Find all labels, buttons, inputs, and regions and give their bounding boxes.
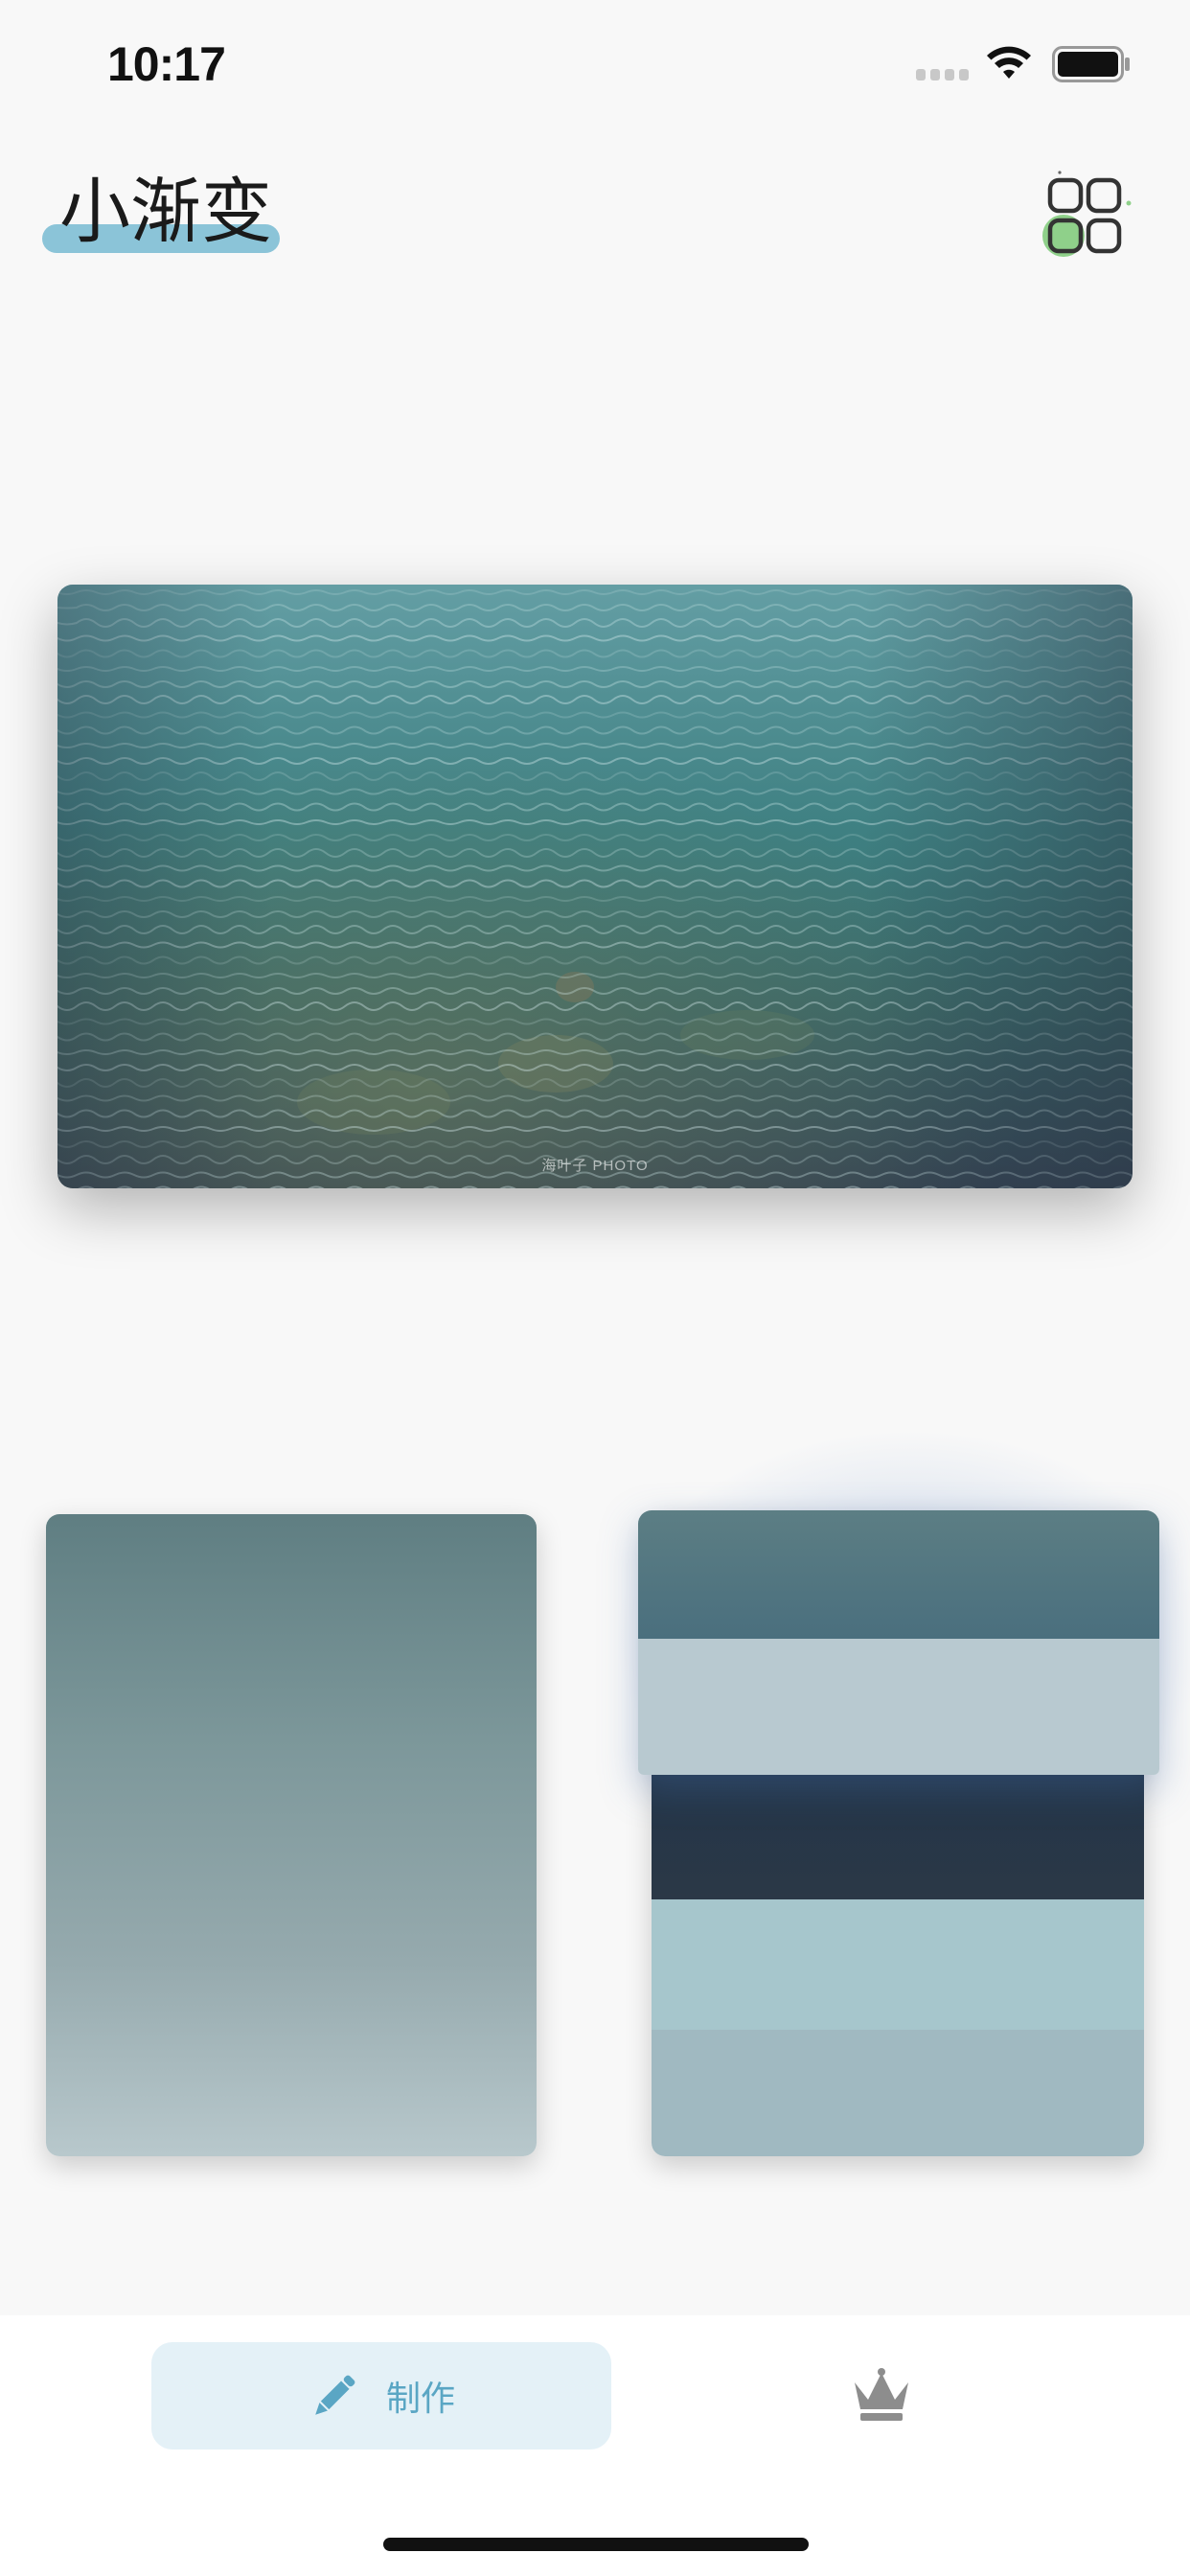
tab-make-label: 制作: [385, 2380, 455, 2419]
photo-watermark: 海叶子 PHOTO: [541, 1158, 649, 1174]
wifi-icon: [987, 46, 1031, 79]
source-photo[interactable]: 海叶子 PHOTO: [57, 585, 1133, 1188]
tab-make[interactable]: 制作: [151, 2342, 611, 2450]
palette-top-swatch: [638, 1510, 1159, 1775]
signal-icon: [916, 69, 970, 80]
status-time: 10:17: [107, 37, 226, 91]
home-indicator: [383, 2538, 809, 2551]
crown-icon[interactable]: [851, 2367, 912, 2423]
gradient-preview-card[interactable]: [46, 1514, 537, 2156]
battery-icon: [1052, 46, 1130, 82]
app-screen: 10:17 小渐变 海叶子 PHOTO 制作: [0, 0, 1190, 2576]
apps-grid-icon[interactable]: [1037, 169, 1133, 264]
palette-swatch-3: [652, 1775, 1144, 1899]
app-title: 小渐变: [42, 169, 282, 264]
palette-swatch-5: [652, 2030, 1144, 2156]
palette-swatch-4: [652, 1899, 1144, 2030]
water-texture: [57, 585, 1133, 1188]
page-title: 小渐变: [59, 171, 272, 253]
pencil-icon: [315, 2375, 355, 2415]
